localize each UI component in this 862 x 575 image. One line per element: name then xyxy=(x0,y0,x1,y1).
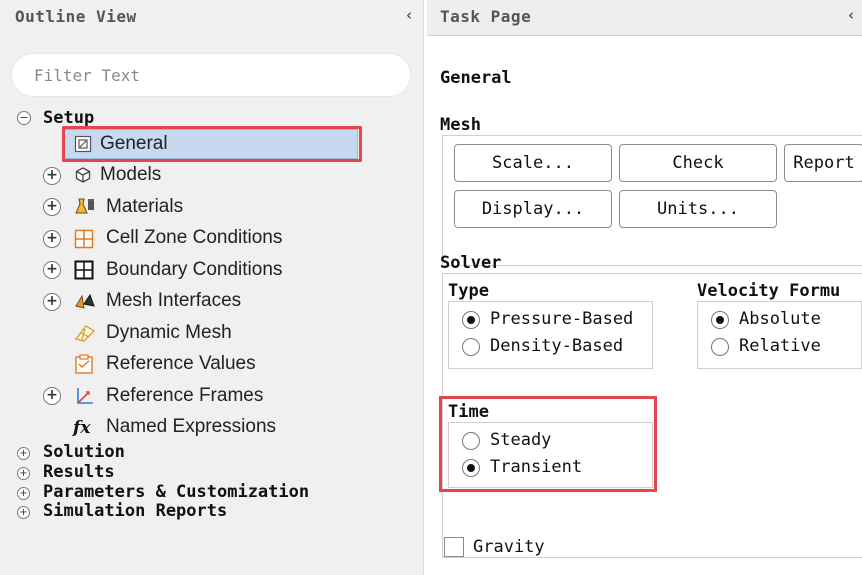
boundary-icon xyxy=(74,260,94,280)
outline-collapse-icon[interactable]: ‹ xyxy=(401,6,417,24)
tree-item-reference-values[interactable]: Reference Values xyxy=(106,353,256,375)
tree-item-boundary-conditions[interactable]: Boundary Conditions xyxy=(106,259,282,281)
density-based-radio[interactable] xyxy=(462,338,480,356)
tree-item-mesh-interfaces[interactable]: Mesh Interfaces xyxy=(106,290,241,312)
check-button[interactable]: Check xyxy=(619,144,777,182)
simulation-reports-expand-toggle[interactable]: + xyxy=(17,506,30,519)
boundary-expand-toggle[interactable]: + xyxy=(43,261,61,279)
units-button[interactable]: Units... xyxy=(619,190,777,228)
materials-icon xyxy=(74,197,94,217)
models-icon xyxy=(74,166,94,186)
type-label: Type xyxy=(448,281,489,301)
tree-item-cell-zone-conditions[interactable]: Cell Zone Conditions xyxy=(106,227,282,249)
absolute-label[interactable]: Absolute xyxy=(739,309,821,329)
density-based-label[interactable]: Density-Based xyxy=(490,336,623,356)
scale-button[interactable]: Scale... xyxy=(454,144,612,182)
tree-root-parameters-customization[interactable]: Parameters & Customization xyxy=(43,482,309,502)
display-button[interactable]: Display... xyxy=(454,190,612,228)
mesh-interfaces-icon xyxy=(74,292,95,312)
outline-view-title: Outline View xyxy=(15,7,137,26)
tree-root-simulation-reports[interactable]: Simulation Reports xyxy=(43,501,227,521)
solver-section-label: Solver xyxy=(440,253,502,273)
mesh-interfaces-expand-toggle[interactable]: + xyxy=(43,293,61,311)
tree-root-results[interactable]: Results xyxy=(43,462,115,482)
gravity-label[interactable]: Gravity xyxy=(473,537,545,557)
cell-zone-expand-toggle[interactable]: + xyxy=(43,230,61,248)
pressure-based-label[interactable]: Pressure-Based xyxy=(490,309,633,329)
parameters-expand-toggle[interactable]: + xyxy=(17,487,30,500)
reference-frames-icon xyxy=(74,386,94,406)
general-annotation-highlight xyxy=(62,126,362,162)
general-heading: General xyxy=(440,68,512,88)
setup-collapse-toggle[interactable]: − xyxy=(17,111,31,125)
solution-expand-toggle[interactable]: + xyxy=(17,447,30,460)
task-page-body: General Mesh Scale... Check Report Displ… xyxy=(427,36,862,575)
task-page-header: Task Page ‹ xyxy=(427,0,862,36)
named-expressions-icon: fx xyxy=(73,418,91,438)
relative-label[interactable]: Relative xyxy=(739,336,821,356)
tree-item-named-expressions[interactable]: Named Expressions xyxy=(106,416,276,438)
velocity-formulation-label: Velocity Formu xyxy=(697,281,841,301)
pressure-based-radio[interactable] xyxy=(462,311,480,329)
tree-item-models[interactable]: Models xyxy=(100,164,161,186)
absolute-radio[interactable] xyxy=(711,311,729,329)
materials-expand-toggle[interactable]: + xyxy=(43,198,61,216)
task-page-title: Task Page xyxy=(440,7,532,26)
reference-frames-expand-toggle[interactable]: + xyxy=(43,387,61,405)
task-collapse-icon[interactable]: ‹ xyxy=(843,6,859,24)
tree-root-setup[interactable]: Setup xyxy=(43,108,94,128)
gravity-checkbox[interactable] xyxy=(444,537,464,557)
filter-text-input[interactable] xyxy=(11,53,411,97)
cell-zone-icon xyxy=(74,229,94,249)
report-button[interactable]: Report xyxy=(784,144,862,182)
outline-view-panel: Outline View ‹ − Setup General + Models … xyxy=(0,0,424,575)
relative-radio[interactable] xyxy=(711,338,729,356)
reference-values-icon xyxy=(74,354,94,374)
tree-root-solution[interactable]: Solution xyxy=(43,442,125,462)
tree-item-materials[interactable]: Materials xyxy=(106,196,183,218)
models-expand-toggle[interactable]: + xyxy=(43,167,61,185)
time-annotation-highlight xyxy=(439,396,657,492)
mesh-section-label: Mesh xyxy=(440,115,481,135)
tree-item-reference-frames[interactable]: Reference Frames xyxy=(106,385,263,407)
tree-item-dynamic-mesh[interactable]: Dynamic Mesh xyxy=(106,322,232,344)
results-expand-toggle[interactable]: + xyxy=(17,467,30,480)
dynamic-mesh-icon xyxy=(74,323,96,343)
